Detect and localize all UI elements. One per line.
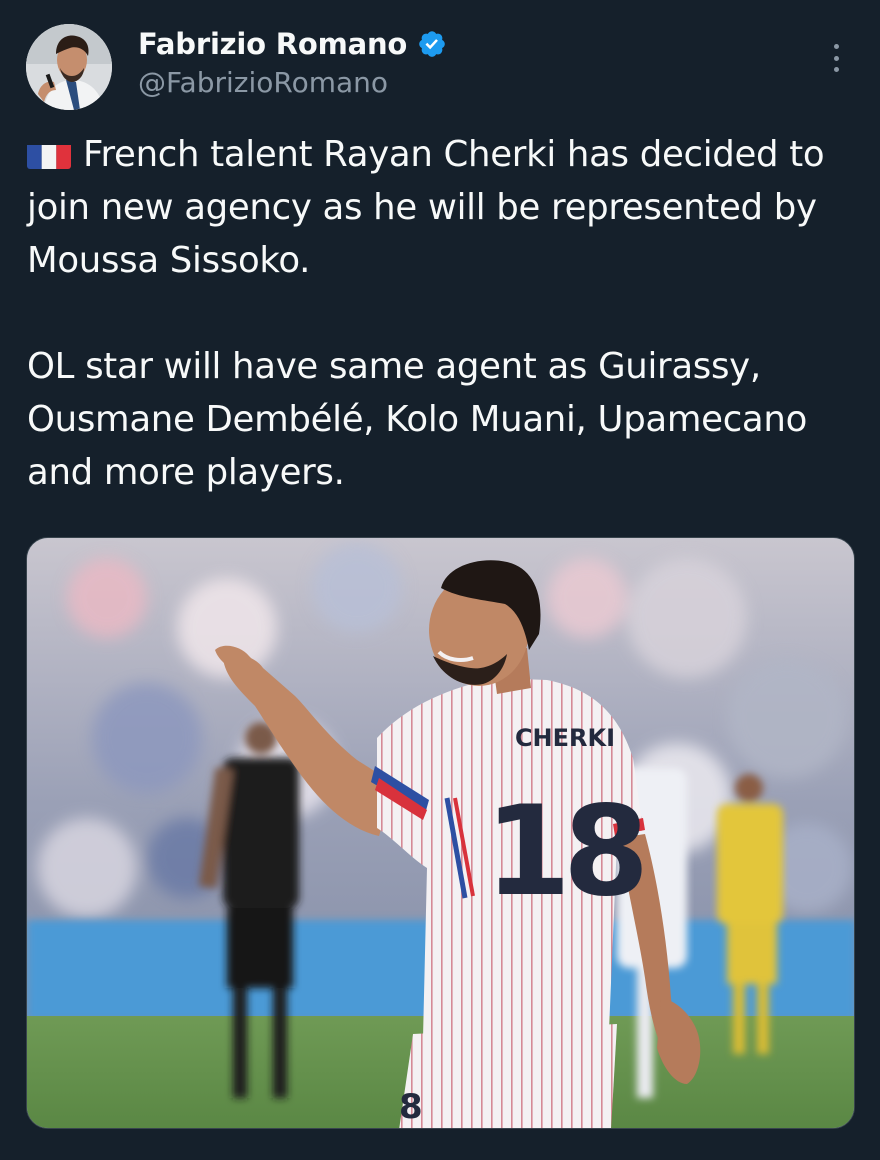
tweet-media-photo[interactable]: CHERKI 18 8 <box>26 537 855 1129</box>
verified-badge-icon <box>417 29 447 59</box>
tweet-line: French talent Rayan Cherki has decided t… <box>27 134 825 281</box>
author-display-name[interactable]: Fabrizio Romano <box>138 27 407 61</box>
shorts-number: 8 <box>399 1087 423 1127</box>
tweet-paragraph: OL star will have same agent as Guirassy… <box>27 340 857 499</box>
more-dot-icon <box>833 67 839 72</box>
avatar-photo <box>26 24 112 110</box>
author-name-row: Fabrizio Romano <box>138 24 447 64</box>
tweet-line: OL star will have same agent as Guirassy… <box>27 346 808 493</box>
tweet-paragraph: French talent Rayan Cherki has decided t… <box>27 128 857 287</box>
france-flag-icon <box>27 138 71 169</box>
tweet-text: French talent Rayan Cherki has decided t… <box>27 128 857 499</box>
author-handle[interactable]: @FabrizioRomano <box>138 66 388 99</box>
author-avatar[interactable] <box>26 24 112 110</box>
jersey-name: CHERKI <box>515 724 615 752</box>
more-dot-icon <box>833 55 839 61</box>
player-photo: CHERKI 18 8 <box>27 538 854 1128</box>
tweet-card: Fabrizio Romano @FabrizioRomano French t… <box>0 0 880 1160</box>
more-dot-icon <box>833 44 839 49</box>
more-options-button[interactable] <box>822 40 850 76</box>
jersey-number: 18 <box>485 780 642 924</box>
